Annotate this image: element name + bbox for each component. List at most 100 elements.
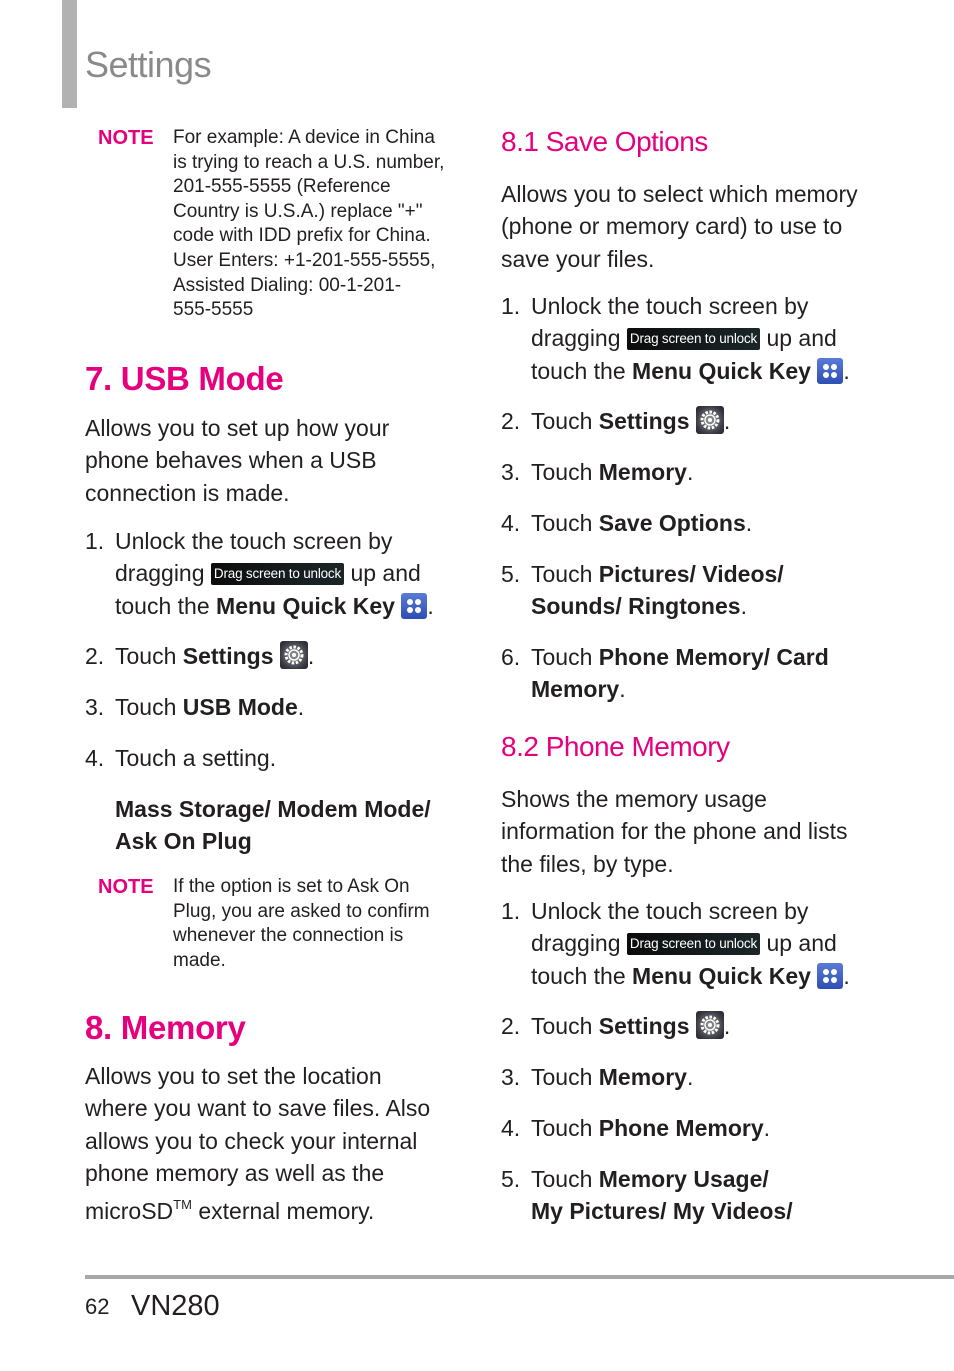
intro-line: save your files. <box>501 245 655 272</box>
keyword: Save Options <box>598 510 746 536</box>
step-body: Touch Phone Memory/ Card Memory. <box>531 641 891 706</box>
intro-line: information for the phone and lists <box>501 818 848 845</box>
intro-line: microSDTM external memory. <box>85 1189 455 1227</box>
step-body: Touch Pictures/ Videos/ Sounds/ Ringtone… <box>531 558 891 623</box>
intro-line: Shows the memory usage <box>501 786 767 812</box>
model-name: VN280 <box>131 1290 220 1322</box>
step-number: 4. <box>501 1115 521 1141</box>
step-body: Touch USB Mode. <box>115 691 455 723</box>
step-text: Touch <box>531 1064 593 1090</box>
step-number: 3. <box>501 1064 521 1090</box>
step-body: Unlock the touch screen by dragging Drag… <box>115 525 455 622</box>
punct: . <box>723 408 731 434</box>
step-number: 4. <box>85 745 105 771</box>
step-number: 2. <box>501 1013 521 1039</box>
step-text: touch the Menu Quick Key . <box>531 960 891 992</box>
step-number: 2. <box>501 408 521 434</box>
step-body: Touch Settings . <box>531 405 891 437</box>
note-line: made. <box>173 949 226 971</box>
step-number: 1. <box>501 293 521 319</box>
step-number: 5. <box>501 1166 521 1192</box>
usb-mode-intro: Allows you to set up how your phone beha… <box>85 412 455 509</box>
phone-memory-step-2: 2. Touch Settings . <box>501 1010 891 1042</box>
punct: . <box>745 510 753 536</box>
step-text: Touch Memory Usage/ <box>531 1163 891 1195</box>
gear-icon <box>279 641 308 669</box>
section-heading-usb-mode: 7. USB Mode <box>85 360 284 397</box>
note-text: If the option is set to Ask On Plug, you… <box>173 875 455 973</box>
punct: . <box>723 1013 731 1039</box>
step-text: up and <box>350 560 421 587</box>
drag-unlock-bar-icon: Drag screen to unlock <box>210 563 345 586</box>
keyword: Settings <box>182 643 274 669</box>
step-text: Touch <box>115 643 177 669</box>
punct: . <box>843 357 850 384</box>
step-body: Touch Settings . <box>531 1010 891 1042</box>
step-text: Touch <box>531 459 593 485</box>
keyword: My Pictures/ My Videos/ <box>531 1198 793 1225</box>
note-line: User Enters: +1-201-555-5555, <box>173 249 436 271</box>
punct: . <box>843 962 850 989</box>
save-step-4: 4. Touch Save Options. <box>501 507 891 539</box>
keyword: USB Mode <box>182 694 298 720</box>
step-body: Touch Memory Usage/ My Pictures/ My Vide… <box>531 1163 891 1228</box>
step-text: Touch a setting. <box>115 745 277 771</box>
step-number: 2. <box>85 643 105 669</box>
keyword: Menu Quick Key <box>632 962 811 989</box>
step-text: touch the <box>531 357 626 384</box>
step-number: 3. <box>85 694 105 720</box>
page-number: 62 <box>85 1294 110 1319</box>
keyword: Settings <box>598 408 690 434</box>
step-text: dragging <box>531 325 621 352</box>
intro-line: allows you to check your internal <box>85 1127 418 1154</box>
gear-icon <box>695 406 724 434</box>
step-text: touch the <box>531 962 626 989</box>
note-line: whenever the connection is <box>173 925 404 947</box>
keyword: Menu Quick Key <box>632 357 811 384</box>
note-line: is trying to reach a U.S. number, <box>173 151 445 173</box>
phone-memory-step-5: 5. Touch Memory Usage/ My Pictures/ My V… <box>501 1163 891 1228</box>
menu-grid-icon <box>817 357 844 384</box>
keyword: Sounds/ Ringtones <box>531 593 741 620</box>
step-text: dragging Drag screen to unlock up and <box>531 927 891 959</box>
drag-unlock-bar-icon: Drag screen to unlock <box>626 933 761 956</box>
step-text: up and <box>766 930 837 957</box>
step-text: My Pictures/ My Videos/ <box>531 1195 891 1227</box>
punct: . <box>307 643 315 669</box>
step-body: Unlock the touch screen by dragging Drag… <box>531 895 891 992</box>
step-text: Touch <box>531 644 593 670</box>
keyword: Menu Quick Key <box>216 592 395 619</box>
keyword: Memory <box>598 459 687 485</box>
intro-line: connection is made. <box>85 479 290 506</box>
note-line: If the option is set to Ask On <box>173 876 410 897</box>
step-body: Touch Memory. <box>531 1061 891 1093</box>
keyword: Phone Memory <box>598 1115 764 1141</box>
note-line: Plug, you are asked to confirm <box>173 900 430 922</box>
save-step-5: 5. Touch Pictures/ Videos/ Sounds/ Ringt… <box>501 558 891 623</box>
step-text: dragging <box>115 560 205 587</box>
step-text: touch the Menu Quick Key . <box>531 355 891 387</box>
keyword: Phone Memory/ Card <box>598 644 829 670</box>
phone-memory-step-4: 4. Touch Phone Memory. <box>501 1112 891 1144</box>
gear-icon <box>695 1011 724 1039</box>
phone-memory-step-1: 1. Unlock the touch screen by dragging D… <box>501 895 891 992</box>
punct: . <box>740 593 747 620</box>
header-side-bar <box>62 0 77 108</box>
step-number: 1. <box>85 528 105 554</box>
keyword: Memory Usage/ <box>598 1166 769 1192</box>
note-line: Assisted Dialing: 00-1-201- <box>173 274 402 296</box>
step-text: Touch <box>531 1013 593 1039</box>
step-number: 5. <box>501 561 521 587</box>
intro-line: Allows you to select which memory <box>501 181 858 207</box>
save-step-6: 6. Touch Phone Memory/ Card Memory. <box>501 641 891 706</box>
step-text: Unlock the touch screen by <box>531 293 809 319</box>
keyword: Memory <box>598 1064 687 1090</box>
keyword: Pictures/ Videos/ <box>598 561 784 587</box>
intro-text: microSD <box>85 1198 174 1225</box>
option-line: Mass Storage/ Modem Mode/ <box>115 796 431 822</box>
save-options-intro: Allows you to select which memory (phone… <box>501 178 891 275</box>
section-heading-memory: 8. Memory <box>85 1009 246 1046</box>
step-number: 4. <box>501 510 521 536</box>
intro-line: where you want to save files. Also <box>85 1095 431 1122</box>
note-line: code with IDD prefix for China. <box>173 225 431 247</box>
